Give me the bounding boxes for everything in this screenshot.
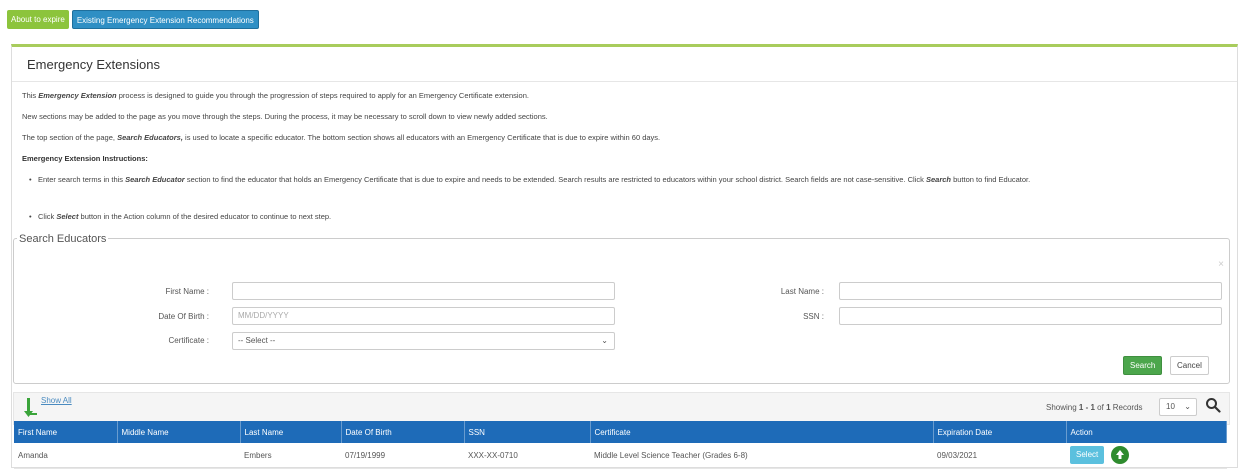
cell-action: Select [1066,443,1227,469]
search-button[interactable]: Search [1123,356,1163,375]
title-divider [12,81,1237,82]
tab-existing-recommendations[interactable]: Existing Emergency Extension Recommendat… [71,10,259,29]
show-all-link[interactable]: Show All [41,396,72,405]
dob-input[interactable]: MM/DD/YYYY [232,307,615,325]
intro-paragraph-2: New sections may be added to the page as… [22,112,548,121]
select-button[interactable]: Select [1070,446,1105,465]
page-size-select[interactable]: 10 ⌄ [1159,398,1197,416]
ssn-label: SSN : [803,312,824,321]
ssn-input[interactable] [839,307,1222,325]
arrow-down-icon[interactable] [24,398,38,418]
column-header[interactable]: Last Name [240,421,342,443]
upload-icon[interactable] [1111,446,1130,465]
chevron-down-icon: ⌄ [1184,402,1191,411]
cell-last-name: Embers [240,443,341,469]
instruction-bullet-2: Click Select button in the Action column… [29,210,1228,223]
certificate-label: Certificate : [168,336,209,345]
emergency-extensions-panel: Emergency Extensions This Emergency Exte… [11,44,1238,468]
search-icon[interactable] [1205,397,1221,413]
last-name-label: Last Name : [780,287,824,296]
close-icon[interactable]: × [1218,259,1224,270]
intro-paragraph-1: This Emergency Extension process is desi… [22,91,529,100]
cell-middle-name [117,443,240,469]
instructions-heading: Emergency Extension Instructions: [22,154,148,163]
cell-certificate: Middle Level Science Teacher (Grades 6-8… [590,443,933,469]
educators-table: First Name Middle Name Last Name Date Of… [14,421,1227,469]
table-header-row: First Name Middle Name Last Name Date Of… [14,421,1227,443]
column-header: Action [1066,421,1227,443]
intro-paragraph-3: The top section of the page, Search Educ… [22,133,661,142]
column-header[interactable]: SSN [464,421,591,443]
cell-first-name: Amanda [14,443,117,469]
page-title: Emergency Extensions [27,57,160,72]
last-name-input[interactable] [839,282,1222,300]
instruction-bullet-1: Enter search terms in this Search Educat… [29,173,1228,186]
cell-expiration: 09/03/2021 [933,443,1066,469]
top-tabs: About to expire Existing Emergency Exten… [7,10,259,29]
column-header[interactable]: Date Of Birth [341,421,465,443]
cancel-button[interactable]: Cancel [1170,356,1209,375]
table-row: Amanda Embers 07/19/1999 XXX-XX-0710 Mid… [14,443,1227,469]
column-header[interactable]: Certificate [590,421,934,443]
search-educators-fieldset: × First Name : Last Name : Date Of Birth… [13,238,1230,384]
search-educators-legend: Search Educators [17,233,109,245]
first-name-label: First Name : [165,287,209,296]
first-name-input[interactable] [232,282,615,300]
dob-label: Date Of Birth : [158,312,209,321]
column-header[interactable]: Middle Name [117,421,241,443]
records-count: Showing 1 - 1 of 1 Records [1046,403,1143,412]
tab-about-to-expire[interactable]: About to expire [7,10,69,29]
column-header[interactable]: First Name [14,421,118,443]
certificate-select-value: -- Select -- [238,336,276,345]
cell-dob: 07/19/1999 [341,443,464,469]
column-header[interactable]: Expiration Date [933,421,1067,443]
certificate-select[interactable]: -- Select -- ⌄ [232,332,615,350]
cell-ssn: XXX-XX-0710 [464,443,590,469]
chevron-down-icon: ⌄ [601,336,608,345]
